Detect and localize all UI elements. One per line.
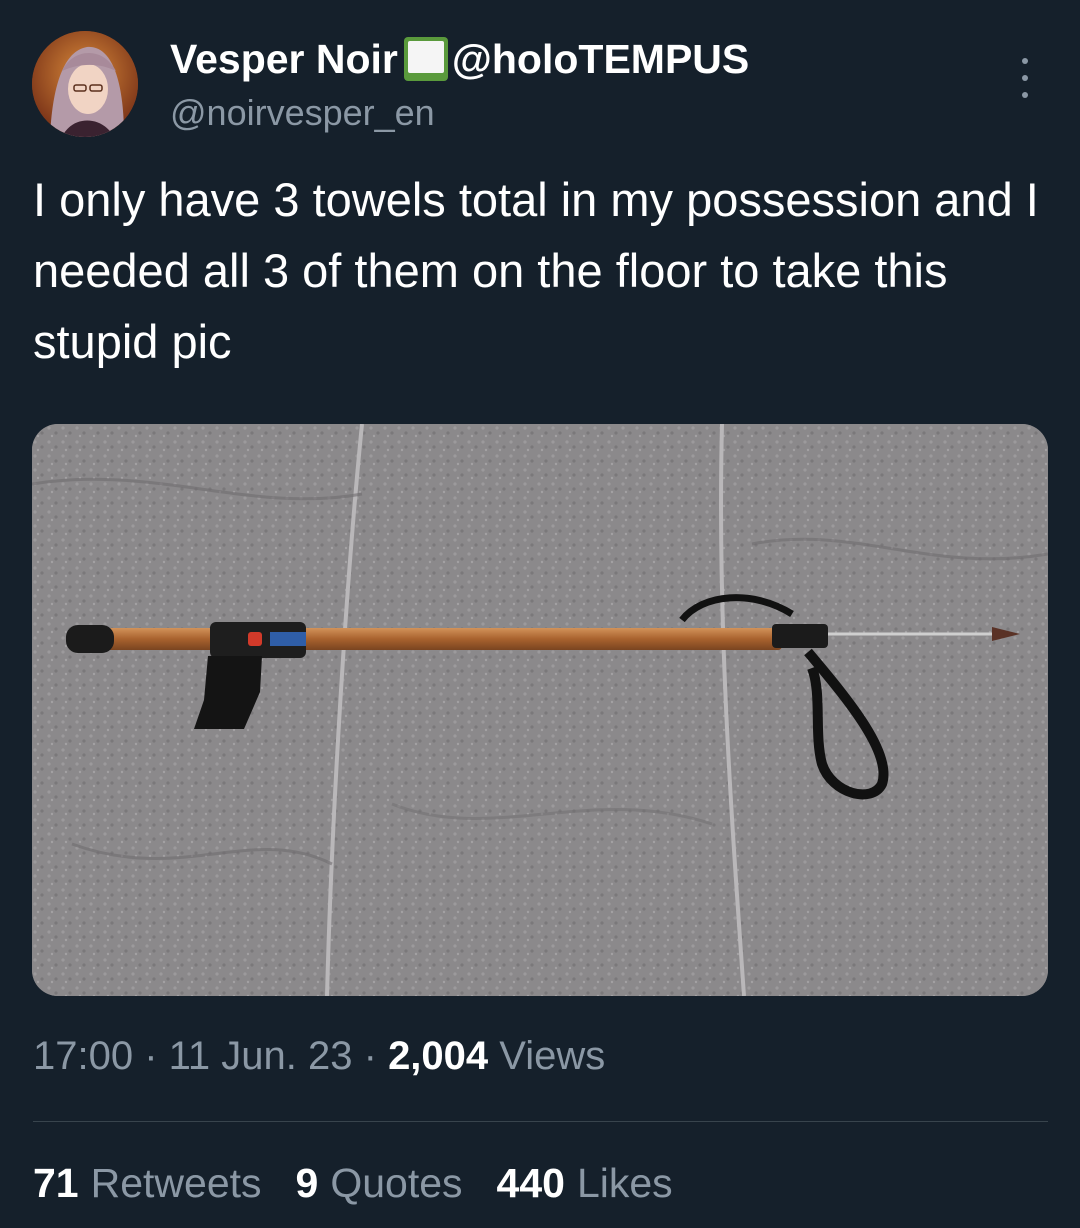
meta-separator: · [133,1034,169,1078]
tweet-date[interactable]: 11 Jun. 23 [169,1034,353,1078]
divider [33,1121,1048,1122]
likes-count: 440 [496,1160,565,1206]
retweets-count: 71 [33,1160,79,1206]
engagement-stats: 71 Retweets 9 Quotes 440 Likes [33,1160,673,1207]
meta-separator: · [352,1034,389,1078]
author-name-row[interactable]: Vesper Noir @holoTEMPUS [170,34,749,84]
green-book-icon [403,37,448,81]
quotes-label: Quotes [330,1160,463,1206]
views-label: Views [499,1034,606,1078]
retweets-stat[interactable]: 71 Retweets [33,1160,262,1207]
more-options-icon[interactable] [1014,58,1036,98]
quotes-stat[interactable]: 9 Quotes [296,1160,463,1207]
likes-label: Likes [576,1160,673,1206]
avatar-image [32,31,138,137]
tweet-media-image[interactable] [32,424,1048,996]
avatar[interactable] [32,31,138,137]
tweet-text: I only have 3 towels total in my possess… [33,173,1039,368]
display-name[interactable]: Vesper Noir [170,36,398,83]
quotes-count: 9 [295,1160,319,1206]
affiliation-handle[interactable]: @holoTEMPUS [452,36,749,83]
likes-stat[interactable]: 440 Likes [497,1160,673,1207]
tweet-meta: 17:00 · 11 Jun. 23 · 2,004 Views [33,1034,605,1079]
tweet-time[interactable]: 17:00 [33,1034,133,1078]
retweets-label: Retweets [90,1160,262,1206]
user-handle[interactable]: @noirvesper_en [170,92,435,134]
views-count: 2,004 [388,1034,489,1078]
speargun-photo [32,424,1048,996]
